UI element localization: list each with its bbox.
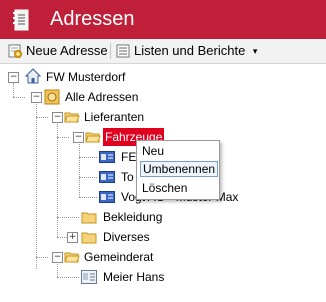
page-title: Adressen bbox=[50, 8, 135, 30]
list-icon bbox=[116, 44, 130, 58]
tree-node-label: To bbox=[121, 170, 134, 184]
new-address-icon bbox=[8, 44, 22, 58]
collapse-toggle[interactable]: − bbox=[73, 132, 84, 143]
folder-open-icon bbox=[85, 132, 101, 143]
tree-line bbox=[57, 262, 58, 277]
expand-toggle[interactable]: + bbox=[67, 232, 78, 243]
tree-node-label: FW Musterdorf bbox=[46, 70, 126, 84]
tree-line bbox=[57, 277, 79, 278]
address-card-icon bbox=[99, 151, 115, 163]
address-book-icon bbox=[13, 9, 29, 31]
tree-line bbox=[79, 157, 97, 158]
folder-open-icon bbox=[64, 112, 80, 123]
address-folder-icon bbox=[44, 89, 60, 105]
collapse-toggle[interactable]: − bbox=[52, 112, 63, 123]
context-menu: Neu Umbenennen Löschen bbox=[136, 140, 220, 200]
collapse-toggle[interactable]: − bbox=[52, 252, 63, 263]
tree-node-label: Meier Hans bbox=[103, 270, 165, 284]
tree-line bbox=[36, 101, 37, 269]
tree-node-label: Lieferanten bbox=[84, 110, 145, 124]
new-address-button[interactable]: Neue Adresse bbox=[8, 42, 108, 60]
address-card-icon bbox=[99, 171, 115, 183]
toolbar: Neue Adresse Listen und Berichte ▾ bbox=[0, 39, 326, 64]
tree-node-label: Alle Adressen bbox=[65, 90, 139, 104]
tree-line bbox=[13, 83, 14, 97]
tree-line bbox=[79, 142, 80, 197]
tree-line bbox=[13, 97, 25, 98]
menu-item-delete[interactable]: Löschen bbox=[140, 180, 216, 196]
tree-line bbox=[36, 117, 48, 118]
contact-card-icon bbox=[81, 270, 97, 284]
lists-reports-button[interactable]: Listen und Berichte ▾ bbox=[116, 42, 257, 60]
tree-line bbox=[57, 137, 69, 138]
tree-line bbox=[79, 177, 97, 178]
menu-item-rename[interactable]: Umbenennen bbox=[140, 161, 218, 177]
folder-open-icon bbox=[64, 252, 80, 263]
menu-item-new[interactable]: Neu bbox=[140, 143, 216, 159]
address-card-icon bbox=[99, 191, 115, 203]
tree-node-label: Bekleidung bbox=[103, 210, 163, 224]
tree-line bbox=[57, 122, 58, 237]
tree-node-label: Diverses bbox=[103, 230, 150, 244]
home-icon bbox=[25, 68, 41, 84]
tree-line bbox=[79, 197, 97, 198]
tree-node-label: Gemeinderat bbox=[84, 250, 154, 264]
tree-line bbox=[57, 217, 79, 218]
tree-line bbox=[36, 257, 48, 258]
collapse-toggle[interactable]: − bbox=[31, 92, 42, 103]
folder-icon bbox=[81, 232, 97, 244]
collapse-toggle[interactable]: − bbox=[8, 72, 19, 83]
toolbar-separator bbox=[110, 43, 111, 59]
title-bar: Adressen bbox=[0, 0, 326, 39]
folder-icon bbox=[81, 212, 97, 224]
lists-reports-label: Listen und Berichte bbox=[134, 43, 246, 58]
chevron-down-icon: ▾ bbox=[252, 46, 258, 56]
new-address-label: Neue Adresse bbox=[26, 43, 108, 58]
